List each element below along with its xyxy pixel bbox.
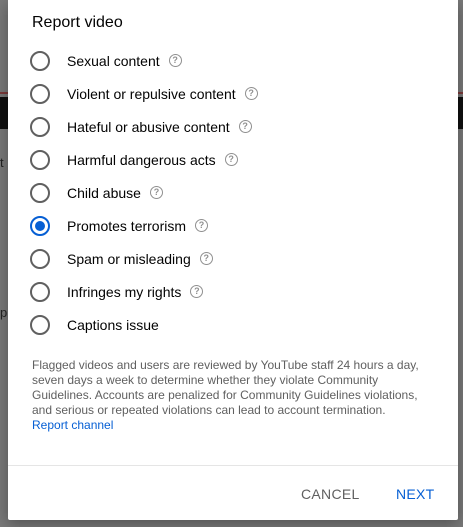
radio-button[interactable] (30, 83, 50, 104)
report-reason-label: Violent or repulsive content (67, 85, 236, 102)
background-text-fragment: t (0, 155, 4, 170)
report-reason-option[interactable]: Hateful or abusive content? (30, 110, 430, 143)
report-reason-option[interactable]: Captions issue (30, 308, 430, 341)
help-icon[interactable]: ? (190, 285, 204, 298)
report-info-text: Flagged videos and users are reviewed by… (32, 358, 419, 417)
report-reason-option[interactable]: Spam or misleading? (30, 242, 430, 275)
help-icon[interactable]: ? (238, 120, 252, 133)
dialog-divider (8, 465, 458, 466)
radio-button[interactable] (30, 50, 50, 71)
report-reason-label: Hateful or abusive content (67, 118, 230, 135)
report-reason-option[interactable]: Child abuse? (30, 176, 430, 209)
radio-button[interactable] (30, 281, 50, 302)
help-icon[interactable]: ? (168, 54, 182, 67)
report-reason-option[interactable]: Promotes terrorism? (30, 209, 430, 242)
help-icon[interactable]: ? (224, 153, 238, 166)
report-channel-link[interactable]: Report channel (32, 418, 113, 432)
radio-button-checked[interactable] (30, 215, 50, 236)
report-video-dialog: Report video Sexual content? Violent or r… (8, 0, 458, 520)
background-text-fragment: p (0, 305, 8, 320)
radio-button[interactable] (30, 116, 50, 137)
radio-button[interactable] (30, 182, 50, 203)
dialog-title: Report video (32, 14, 123, 31)
report-reason-option[interactable]: Infringes my rights? (30, 275, 430, 308)
report-reason-label: Harmful dangerous acts (67, 151, 216, 168)
report-reason-label: Infringes my rights (67, 283, 182, 300)
report-info-note: Flagged videos and users are reviewed by… (32, 358, 432, 433)
report-reason-option[interactable]: Sexual content? (30, 44, 430, 77)
radio-button[interactable] (30, 149, 50, 170)
help-icon[interactable]: ? (244, 87, 258, 100)
radio-button[interactable] (30, 248, 50, 269)
report-reason-list: Sexual content? Violent or repulsive cont… (30, 44, 430, 341)
report-reason-label: Captions issue (67, 316, 159, 333)
report-reason-label: Child abuse (67, 184, 141, 201)
report-reason-option[interactable]: Harmful dangerous acts? (30, 143, 430, 176)
report-reason-option[interactable]: Violent or repulsive content? (30, 77, 430, 110)
radio-button[interactable] (30, 314, 50, 335)
report-reason-label: Promotes terrorism (67, 217, 187, 234)
help-icon[interactable]: ? (199, 252, 213, 265)
help-icon[interactable]: ? (195, 219, 209, 232)
next-button[interactable]: NEXT (396, 486, 435, 502)
cancel-button[interactable]: CANCEL (301, 486, 360, 502)
report-reason-label: Sexual content (67, 52, 160, 69)
radio-dot (35, 220, 45, 231)
help-icon[interactable]: ? (149, 186, 163, 199)
report-reason-label: Spam or misleading (67, 250, 191, 267)
